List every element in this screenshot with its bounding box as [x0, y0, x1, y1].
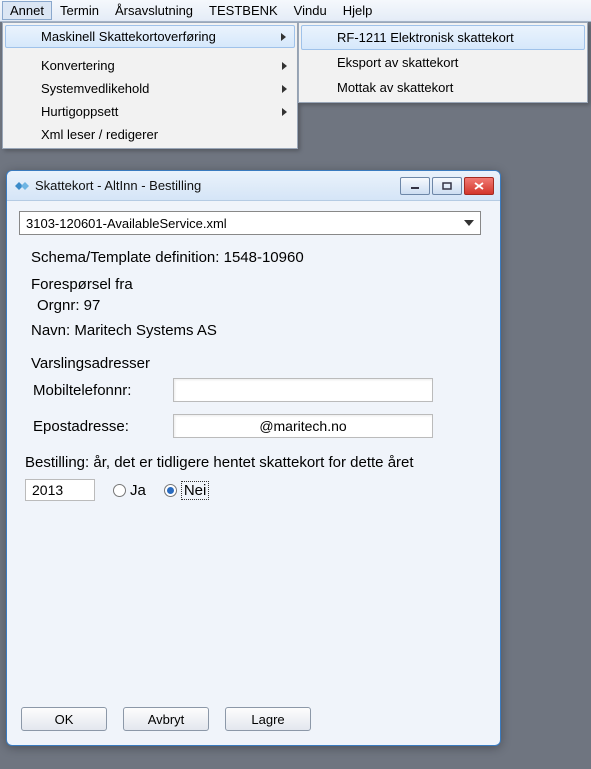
app-icon: [13, 178, 29, 194]
maximize-button[interactable]: [432, 177, 462, 195]
group-foresporsel: Forespørsel fra Orgnr: 97 Navn: Maritech…: [25, 276, 482, 339]
menubar-item-testbenk[interactable]: TESTBENK: [201, 1, 286, 20]
dd-item-label: Konvertering: [41, 58, 115, 73]
lagre-button[interactable]: Lagre: [225, 707, 311, 731]
radio-icon: [113, 484, 126, 497]
file-select-value: 3103-120601-AvailableService.xml: [26, 216, 227, 231]
bestilling-label: Bestilling: år, det er tidligere hentet …: [25, 454, 482, 471]
chevron-right-icon: [282, 108, 287, 116]
orgnr-value: Orgnr: 97: [37, 297, 482, 314]
close-button[interactable]: [464, 177, 494, 195]
menubar-item-annet[interactable]: Annet: [2, 1, 52, 20]
dd-item-label: Hurtigoppsett: [41, 104, 118, 119]
dd-item-label: Xml leser / redigerer: [41, 127, 158, 142]
chevron-right-icon: [282, 62, 287, 70]
dd-item-label: Systemvedlikehold: [41, 81, 149, 96]
bestilling-row: Ja Nei: [25, 479, 488, 501]
year-input[interactable]: [25, 479, 95, 501]
menubar-item-vindu[interactable]: Vindu: [286, 1, 335, 20]
menubar: Annet Termin Årsavslutning TESTBENK Vind…: [0, 0, 591, 22]
chevron-down-icon: [464, 220, 474, 226]
titlebar[interactable]: Skattekort - AltInn - Bestilling: [7, 171, 500, 201]
sub-item-rf1211[interactable]: RF-1211 Elektronisk skattekort: [301, 25, 585, 50]
radio-nei[interactable]: Nei: [164, 481, 210, 500]
button-row: OK Avbryt Lagre: [21, 707, 311, 731]
dd-item-skattekortoverforing[interactable]: Maskinell Skattekortoverføring: [5, 25, 295, 48]
sub-item-mottak[interactable]: Mottak av skattekort: [301, 75, 585, 100]
dd-item-xml-leser[interactable]: Xml leser / redigerer: [5, 123, 295, 146]
mobil-input[interactable]: [173, 378, 433, 402]
sub-item-eksport[interactable]: Eksport av skattekort: [301, 50, 585, 75]
radio-icon: [164, 484, 177, 497]
dd-item-hurtigoppsett[interactable]: Hurtigoppsett: [5, 100, 295, 123]
dropdown-annet: Maskinell Skattekortoverføring Konverter…: [2, 22, 298, 149]
chevron-right-icon: [281, 33, 286, 41]
radio-nei-label: Nei: [181, 481, 210, 500]
dialog-skattekort: Skattekort - AltInn - Bestilling 3103-12…: [6, 170, 501, 746]
foresporsel-title: Forespørsel fra: [31, 276, 482, 293]
dd-item-label: Maskinell Skattekortoverføring: [41, 29, 216, 44]
radio-ja[interactable]: Ja: [113, 482, 146, 499]
sub-item-label: RF-1211 Elektronisk skattekort: [337, 30, 514, 45]
minimize-button[interactable]: [400, 177, 430, 195]
varsling-title: Varslingsadresser: [31, 355, 482, 372]
dialog-title: Skattekort - AltInn - Bestilling: [35, 178, 398, 193]
chevron-right-icon: [282, 85, 287, 93]
ok-button[interactable]: OK: [21, 707, 107, 731]
epost-label: Epostadresse:: [33, 418, 173, 435]
sub-item-label: Eksport av skattekort: [337, 55, 458, 70]
sub-item-label: Mottak av skattekort: [337, 80, 453, 95]
menubar-item-termin[interactable]: Termin: [52, 1, 107, 20]
file-select[interactable]: 3103-120601-AvailableService.xml: [19, 211, 481, 235]
epost-input[interactable]: [173, 414, 433, 438]
schema-definition: Schema/Template definition: 1548-10960: [31, 249, 482, 266]
radio-ja-label: Ja: [130, 482, 146, 499]
mobil-label: Mobiltelefonnr:: [33, 382, 173, 399]
submenu-skattekort: RF-1211 Elektronisk skattekort Eksport a…: [298, 22, 588, 103]
dd-item-systemvedlikehold[interactable]: Systemvedlikehold: [5, 77, 295, 100]
navn-value: Navn: Maritech Systems AS: [31, 322, 482, 339]
dd-item-konvertering[interactable]: Konvertering: [5, 54, 295, 77]
avbryt-button[interactable]: Avbryt: [123, 707, 209, 731]
menubar-item-arsavslutning[interactable]: Årsavslutning: [107, 1, 201, 20]
menubar-item-hjelp[interactable]: Hjelp: [335, 1, 381, 20]
group-varsling: Varslingsadresser Mobiltelefonnr: Eposta…: [25, 355, 482, 438]
